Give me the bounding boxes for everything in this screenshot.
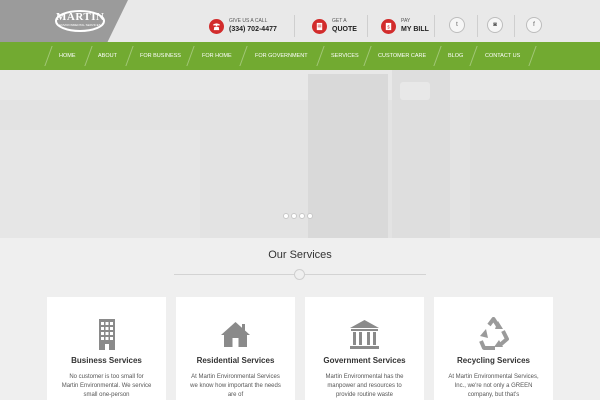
nav-separator <box>44 46 53 66</box>
site-header: MARTIN ENVIRONMENTAL SERVICES GIVE US A … <box>0 0 600 42</box>
nav-contact-us[interactable]: CONTACT US <box>485 42 520 70</box>
header-divider <box>294 15 295 37</box>
card-title[interactable]: Business Services <box>47 356 166 365</box>
nav-separator <box>469 46 478 66</box>
government-building-icon <box>350 320 379 349</box>
nav-for-government[interactable]: FOR GOVERNMENT <box>255 42 308 70</box>
card-description: No customer is too small for Martin Envi… <box>61 374 152 398</box>
twitter-icon[interactable]: t <box>449 17 465 33</box>
get-quote-link[interactable]: GET A QUOTE <box>312 16 357 36</box>
slider-dots <box>283 213 315 219</box>
quote-label-small: GET A <box>332 18 347 24</box>
card-title[interactable]: Government Services <box>305 356 424 365</box>
slider-dot[interactable] <box>299 213 305 219</box>
header-divider <box>514 15 515 37</box>
logo-subtext: ENVIRONMENTAL SERVICES <box>59 23 101 27</box>
nav-about[interactable]: ABOUT <box>98 42 117 70</box>
bill-icon: $ <box>381 18 396 34</box>
header-divider <box>367 15 368 37</box>
nav-separator <box>84 46 93 66</box>
house-icon <box>221 322 250 347</box>
pay-label: MY BILL <box>401 26 429 33</box>
pay-bill-link[interactable]: $ PAY MY BILL <box>381 16 429 36</box>
nav-separator <box>316 46 325 66</box>
header-divider <box>477 15 478 37</box>
slider-dot[interactable] <box>283 213 289 219</box>
main-nav: HOME ABOUT FOR BUSINESS FOR HOME FOR GOV… <box>0 42 600 70</box>
nav-home[interactable]: HOME <box>59 42 76 70</box>
header-divider <box>434 15 435 37</box>
pay-label-small: PAY <box>401 18 411 24</box>
instagram-icon[interactable]: ◙ <box>487 17 503 33</box>
nav-separator <box>186 46 195 66</box>
nav-customer-care[interactable]: CUSTOMER CARE <box>378 42 426 70</box>
slider-dot[interactable] <box>291 213 297 219</box>
nav-for-home[interactable]: FOR HOME <box>202 42 232 70</box>
recycle-icon <box>479 317 509 350</box>
card-title[interactable]: Recycling Services <box>434 356 553 365</box>
document-icon <box>312 18 327 34</box>
card-description: Martin Environmental has the manpower an… <box>325 374 404 398</box>
office-building-icon <box>99 319 115 350</box>
nav-separator <box>433 46 442 66</box>
heading-ornament-icon <box>294 269 305 280</box>
logo-text: MARTIN <box>56 11 105 23</box>
card-description: At Martin Environmental Services, Inc., … <box>448 374 539 398</box>
nav-services[interactable]: SERVICES <box>331 42 359 70</box>
call-label: GIVE US A CALL <box>229 18 268 24</box>
business-services-card[interactable]: Business Services No customer is too sma… <box>47 297 166 400</box>
nav-for-business[interactable]: FOR BUSINESS <box>140 42 181 70</box>
nav-separator <box>125 46 134 66</box>
facebook-icon[interactable]: f <box>526 17 542 33</box>
nav-separator <box>363 46 372 66</box>
services-heading: Our Services <box>268 249 332 261</box>
recycling-services-card[interactable]: Recycling Services At Martin Environment… <box>434 297 553 400</box>
card-title[interactable]: Residential Services <box>176 356 295 365</box>
residential-services-card[interactable]: Residential Services At Martin Environme… <box>176 297 295 400</box>
nav-separator <box>528 46 537 66</box>
card-description: At Martin Environmental Services we know… <box>190 374 281 398</box>
call-us-link[interactable]: GIVE US A CALL (334) 702-4477 <box>209 16 277 36</box>
nav-blog[interactable]: BLOG <box>448 42 463 70</box>
phone-icon <box>209 18 224 34</box>
nav-separator <box>239 46 248 66</box>
phone-number: (334) 702-4477 <box>229 26 277 33</box>
government-services-card[interactable]: Government Services Martin Environmental… <box>305 297 424 400</box>
slider-dot[interactable] <box>307 213 313 219</box>
quote-label: QUOTE <box>332 26 357 33</box>
